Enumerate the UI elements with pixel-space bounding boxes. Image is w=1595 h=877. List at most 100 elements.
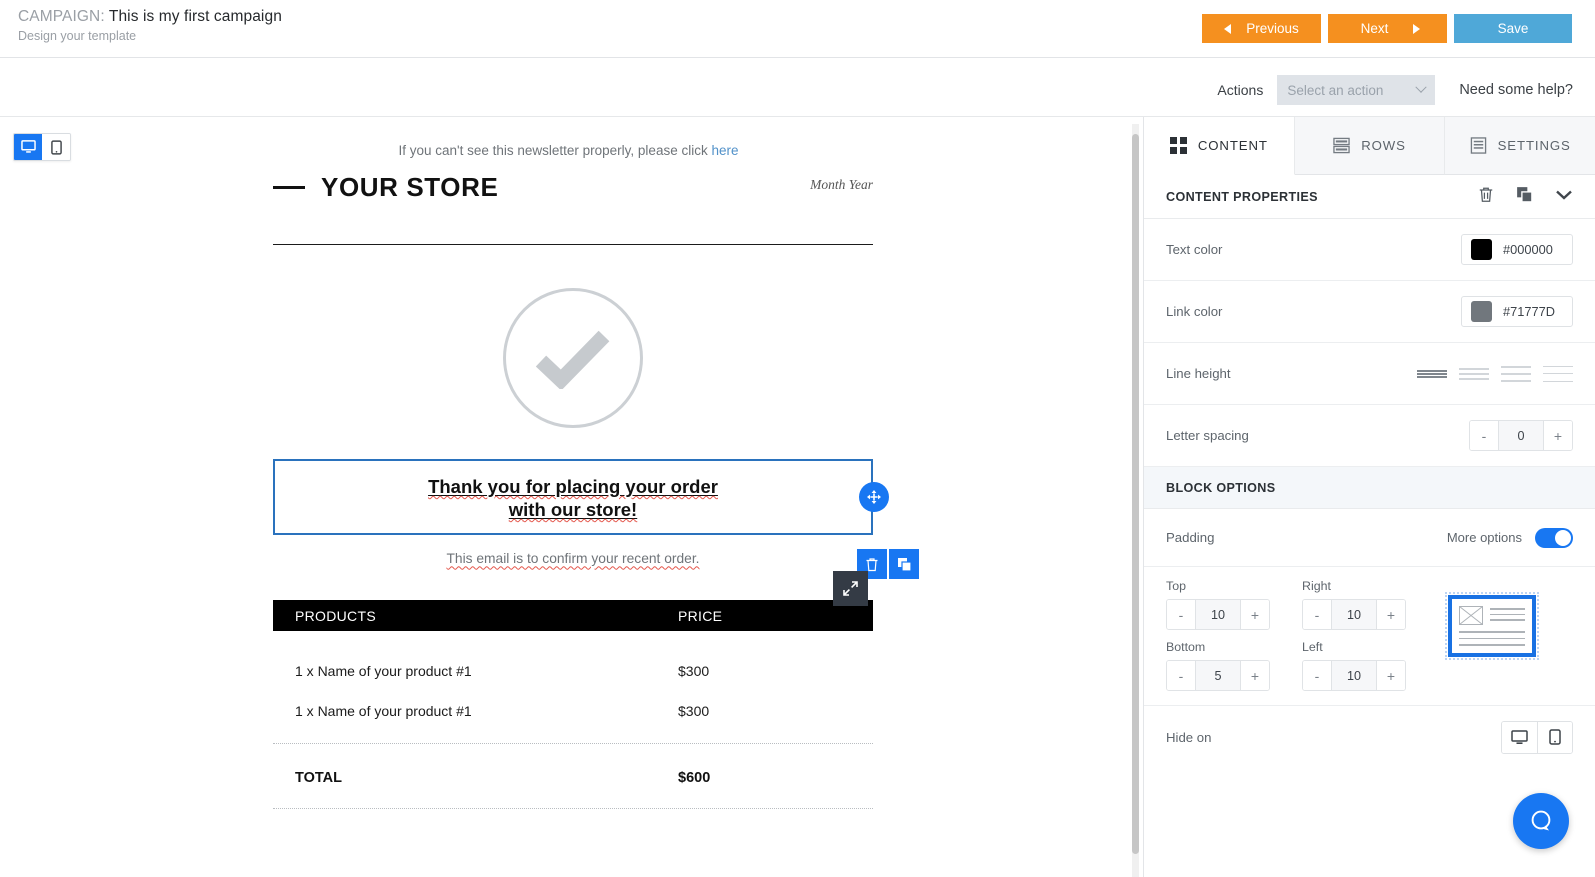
arrow-right-icon bbox=[1413, 23, 1421, 34]
table-total-row: TOTAL $600 bbox=[273, 756, 873, 800]
tab-rows[interactable]: ROWS bbox=[1294, 117, 1446, 175]
move-block-handle[interactable] bbox=[859, 482, 889, 513]
hide-on-row: Hide on bbox=[1144, 706, 1595, 768]
month-year-label: Month Year bbox=[810, 177, 873, 192]
padding-top-value[interactable]: 10 bbox=[1195, 600, 1241, 629]
padding-left-decrement[interactable]: - bbox=[1303, 661, 1331, 690]
hide-on-mobile-button[interactable] bbox=[1537, 721, 1572, 753]
help-chat-button[interactable] bbox=[1513, 793, 1569, 849]
delete-content-button[interactable] bbox=[1478, 186, 1494, 208]
actions-bar: Actions Select an action Need some help? bbox=[0, 58, 1595, 117]
padding-left-value[interactable]: 10 bbox=[1331, 661, 1377, 690]
duplicate-content-button[interactable] bbox=[1516, 186, 1533, 208]
line-height-option-4[interactable] bbox=[1543, 365, 1573, 382]
arrow-left-icon bbox=[1224, 23, 1232, 34]
selected-text-block[interactable]: Thank you for placing your order with ou… bbox=[273, 459, 919, 580]
padding-label: Padding bbox=[1166, 530, 1215, 545]
padding-right-increment[interactable]: + bbox=[1377, 600, 1405, 629]
move-arrows-icon bbox=[867, 490, 881, 505]
product-price: $300 bbox=[678, 663, 710, 680]
padding-bottom-decrement[interactable]: - bbox=[1167, 661, 1195, 690]
padding-left-group: Left - 10 + bbox=[1302, 640, 1406, 691]
tab-settings-label: SETTINGS bbox=[1497, 138, 1571, 153]
canvas-scrollbar-thumb[interactable] bbox=[1132, 134, 1139, 854]
text-color-value: #000000 bbox=[1503, 242, 1553, 257]
total-value: $600 bbox=[678, 770, 711, 787]
padding-bottom-label: Bottom bbox=[1166, 640, 1206, 654]
link-color-row: Link color #71777D bbox=[1144, 281, 1595, 343]
content-properties-title: CONTENT PROPERTIES bbox=[1166, 189, 1318, 204]
padding-bottom-group: Bottom - 5 + bbox=[1166, 640, 1270, 691]
need-help-link[interactable]: Need some help? bbox=[1459, 82, 1573, 98]
next-button-label: Next bbox=[1360, 21, 1389, 36]
table-row: 1 x Name of your product #1 $300 bbox=[273, 651, 873, 691]
confirm-text[interactable]: This email is to confirm your recent ord… bbox=[273, 551, 873, 566]
padding-controls: Top - 10 + Bottom - 5 + Right - 10 + Lef… bbox=[1144, 567, 1595, 706]
chat-bubble-icon bbox=[1531, 810, 1550, 830]
product-price: $300 bbox=[678, 703, 710, 720]
thanks-line-1: Thank you for placing your order bbox=[428, 476, 718, 497]
more-options-toggle[interactable] bbox=[1535, 527, 1573, 548]
tab-settings[interactable]: SETTINGS bbox=[1445, 117, 1595, 175]
expand-image-button[interactable] bbox=[833, 571, 868, 606]
actions-label: Actions bbox=[1217, 82, 1264, 98]
duplicate-block-button[interactable] bbox=[889, 549, 919, 580]
text-color-label: Text color bbox=[1166, 242, 1223, 257]
price-column-header: PRICE bbox=[678, 607, 723, 624]
padding-top-decrement[interactable]: - bbox=[1167, 600, 1195, 629]
letter-spacing-row: Letter spacing - 0 + bbox=[1144, 405, 1595, 467]
collapse-panel-button[interactable] bbox=[1555, 188, 1573, 206]
tab-rows-label: ROWS bbox=[1361, 138, 1406, 153]
more-options-label: More options bbox=[1446, 530, 1522, 545]
chevron-down-icon bbox=[1556, 190, 1572, 200]
link-color-swatch[interactable] bbox=[1471, 301, 1492, 322]
top-bar: CAMPAIGN: This is my first campaign Desi… bbox=[0, 0, 1595, 58]
letter-spacing-increment[interactable]: + bbox=[1544, 421, 1572, 450]
total-label: TOTAL bbox=[295, 770, 342, 787]
letter-spacing-decrement[interactable]: - bbox=[1470, 421, 1498, 450]
tab-content[interactable]: CONTENT bbox=[1144, 117, 1295, 175]
padding-left-increment[interactable]: + bbox=[1377, 661, 1405, 690]
padding-bottom-increment[interactable]: + bbox=[1241, 661, 1269, 690]
previous-button[interactable]: Previous bbox=[1202, 14, 1321, 43]
email-template-body: If you can't see this newsletter properl… bbox=[0, 117, 1137, 877]
duplicate-icon bbox=[897, 557, 912, 572]
line-height-option-3[interactable] bbox=[1501, 365, 1531, 382]
hide-on-desktop-button[interactable] bbox=[1502, 721, 1537, 753]
padding-bottom-value[interactable]: 5 bbox=[1195, 661, 1241, 690]
letter-spacing-value[interactable]: 0 bbox=[1498, 421, 1544, 450]
campaign-label: CAMPAIGN: bbox=[18, 8, 105, 25]
content-properties-header: CONTENT PROPERTIES bbox=[1144, 175, 1595, 219]
email-canvas: If you can't see this newsletter properl… bbox=[0, 117, 1143, 877]
select-action-dropdown[interactable]: Select an action bbox=[1277, 75, 1436, 105]
text-color-field[interactable]: #000000 bbox=[1461, 234, 1573, 265]
select-action-value: Select an action bbox=[1287, 82, 1384, 98]
preheader-link[interactable]: here bbox=[711, 143, 738, 158]
padding-top-increment[interactable]: + bbox=[1241, 600, 1269, 629]
link-color-field[interactable]: #71777D bbox=[1461, 296, 1573, 327]
next-button[interactable]: Next bbox=[1328, 14, 1447, 43]
padding-preview bbox=[1445, 592, 1539, 660]
padding-top-stepper: - 10 + bbox=[1166, 599, 1270, 630]
save-button[interactable]: Save bbox=[1454, 14, 1572, 43]
padding-right-stepper: - 10 + bbox=[1302, 599, 1406, 630]
image-placeholder-icon bbox=[1459, 606, 1483, 626]
confirm-text-value: This email is to confirm your recent ord… bbox=[446, 551, 700, 567]
properties-panel: CONTENT ROWS SETTINGS CONTENT PROPERTIES… bbox=[1143, 117, 1595, 877]
padding-right-value[interactable]: 10 bbox=[1331, 600, 1377, 629]
padding-left-label: Left bbox=[1302, 640, 1323, 654]
trash-icon bbox=[866, 558, 878, 571]
padding-right-decrement[interactable]: - bbox=[1303, 600, 1331, 629]
line-height-option-2[interactable] bbox=[1459, 366, 1489, 382]
text-color-swatch[interactable] bbox=[1471, 239, 1492, 260]
hide-on-label: Hide on bbox=[1166, 729, 1212, 745]
save-button-label: Save bbox=[1497, 21, 1529, 36]
thanks-heading: Thank you for placing your order with ou… bbox=[285, 475, 861, 521]
checkmark-block[interactable] bbox=[273, 263, 873, 453]
line-height-row: Line height bbox=[1144, 343, 1595, 405]
duplicate-icon bbox=[1517, 186, 1533, 203]
line-height-option-1[interactable] bbox=[1417, 366, 1447, 382]
link-color-label: Link color bbox=[1166, 304, 1223, 319]
store-name: YOUR STORE bbox=[321, 172, 499, 202]
padding-row: Padding More options bbox=[1144, 509, 1595, 567]
